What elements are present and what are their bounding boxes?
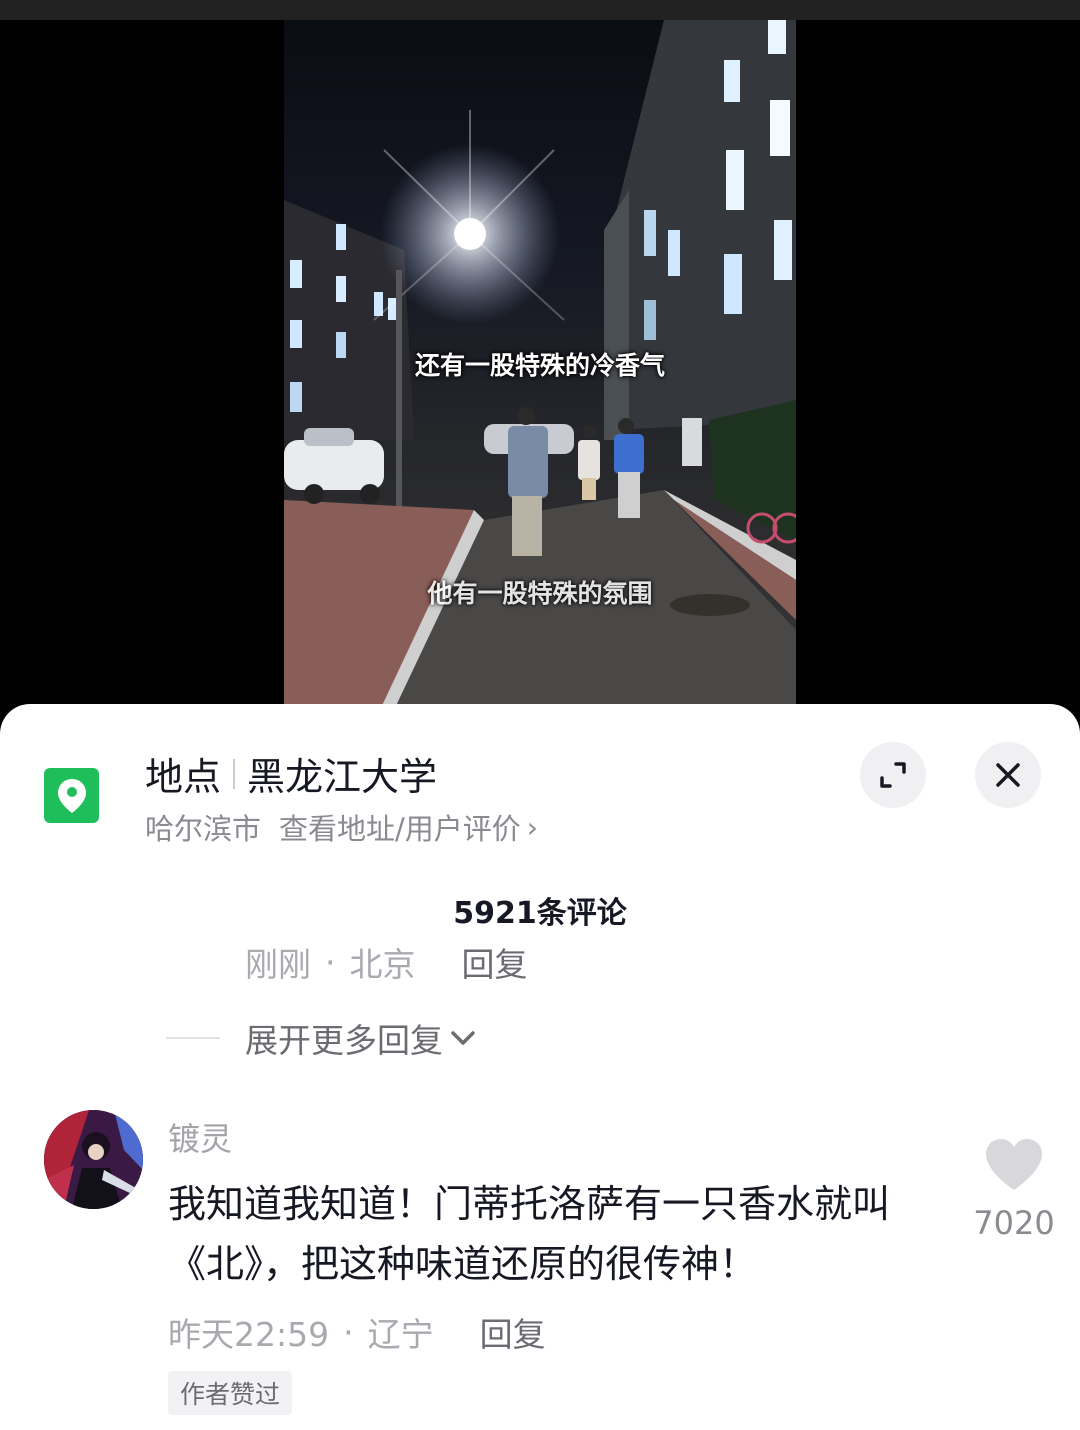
location-name: 黑龙江大学 [247, 755, 438, 799]
chevron-right-icon: › [526, 810, 538, 844]
separator-dot: · [325, 942, 336, 982]
comment-region: 辽宁 [367, 1315, 434, 1354]
location-title[interactable]: 地点 黑龙江大学 [145, 746, 437, 801]
comment-meta: 昨天22:59 · 辽宁 回复 [168, 1308, 546, 1356]
reply-time: 刚刚 [245, 945, 311, 984]
reply-region: 北京 [349, 945, 416, 984]
reply-button[interactable]: 回复 [480, 1308, 546, 1356]
video-frame[interactable]: 还有一股特殊的冷香气 他有一股特殊的氛围 [284, 20, 796, 710]
comments-sheet: 地点 黑龙江大学 哈尔滨市 查看地址/用户评价 › 5921条评论 刚刚 · 北… [0, 704, 1080, 1430]
comment-text: 我知道我知道！门蒂托洛萨有一只香水就叫《北》，把这种味道还原的很传神！ [168, 1182, 891, 1286]
heart-icon[interactable] [984, 1138, 1044, 1192]
location-city: 哈尔滨市 [145, 812, 262, 846]
fullscreen-button[interactable] [860, 742, 926, 808]
comment-username[interactable]: 镀灵 [168, 1114, 232, 1160]
video-player[interactable]: 还有一股特殊的冷香气 他有一股特殊的氛围 [0, 0, 1080, 720]
like-count: 7020 [973, 1204, 1055, 1242]
video-caption-top: 还有一股特殊的冷香气 [414, 351, 665, 380]
location-label: 地点 [145, 755, 222, 799]
close-icon [996, 763, 1020, 787]
separator-dot: · [343, 1312, 354, 1352]
status-strip [0, 0, 1080, 20]
location-subline[interactable]: 哈尔滨市 查看地址/用户评价 › [145, 806, 538, 848]
reply-button[interactable]: 回复 [462, 938, 528, 986]
previous-reply-meta: 刚刚 · 北京 回复 [245, 938, 528, 986]
expand-more-label: 展开更多回复 [245, 1021, 443, 1060]
chevron-down-icon [451, 1031, 475, 1045]
close-button[interactable] [975, 742, 1041, 808]
author-liked-badge: 作者赞过 [168, 1371, 293, 1415]
comment-time: 昨天22:59 [168, 1315, 330, 1354]
expand-more-replies[interactable]: 展开更多回复 [166, 1014, 477, 1062]
avatar[interactable] [44, 1110, 143, 1209]
location-divider [233, 758, 236, 789]
location-link[interactable]: 查看地址/用户评价 [279, 806, 521, 848]
comment-count: 5921条评论 [453, 896, 627, 931]
video-caption-bottom: 他有一股特殊的氛围 [427, 579, 653, 608]
fullscreen-icon [880, 762, 906, 788]
divider-line [166, 1037, 220, 1039]
map-pin-icon[interactable] [44, 768, 99, 823]
